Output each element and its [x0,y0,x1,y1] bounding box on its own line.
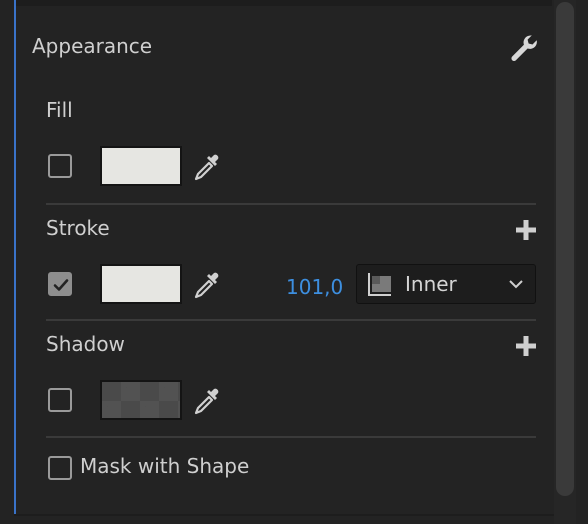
stroke-color-swatch[interactable] [100,264,182,304]
stroke-position-dropdown[interactable]: Inner [356,264,536,304]
section-title: Appearance [32,34,153,58]
wrench-icon[interactable] [508,32,540,64]
shadow-checkbox[interactable] [48,388,72,412]
eyedropper-icon[interactable] [192,385,224,417]
panel-top-border [16,0,552,6]
shadow-color-swatch[interactable] [100,380,182,420]
section-divider [46,203,536,205]
plus-icon [516,220,536,240]
stroke-label: Stroke [46,216,110,240]
eyedropper-icon[interactable] [192,151,224,183]
eyedropper-icon[interactable] [192,269,224,301]
plus-icon [516,336,536,356]
chevron-down-icon [509,280,523,289]
panel-bottom-border [14,514,554,516]
fill-checkbox[interactable] [48,154,72,178]
mask-with-shape-checkbox[interactable] [48,456,72,480]
fill-label: Fill [46,98,73,122]
stroke-inner-icon [368,273,391,296]
panel-focus-border [14,0,16,516]
add-stroke-button[interactable] [514,218,538,242]
checkmark-icon [53,279,69,291]
section-divider [46,319,536,321]
stroke-position-value: Inner [405,272,457,296]
fill-color-swatch[interactable] [100,146,182,186]
stroke-checkbox[interactable] [48,272,72,296]
shadow-label: Shadow [46,332,125,356]
stroke-width-value[interactable]: 101,0 [286,275,343,299]
section-divider [46,436,536,438]
scrollbar-thumb[interactable] [556,2,574,496]
add-shadow-button[interactable] [514,334,538,358]
mask-with-shape-label[interactable]: Mask with Shape [80,454,249,478]
